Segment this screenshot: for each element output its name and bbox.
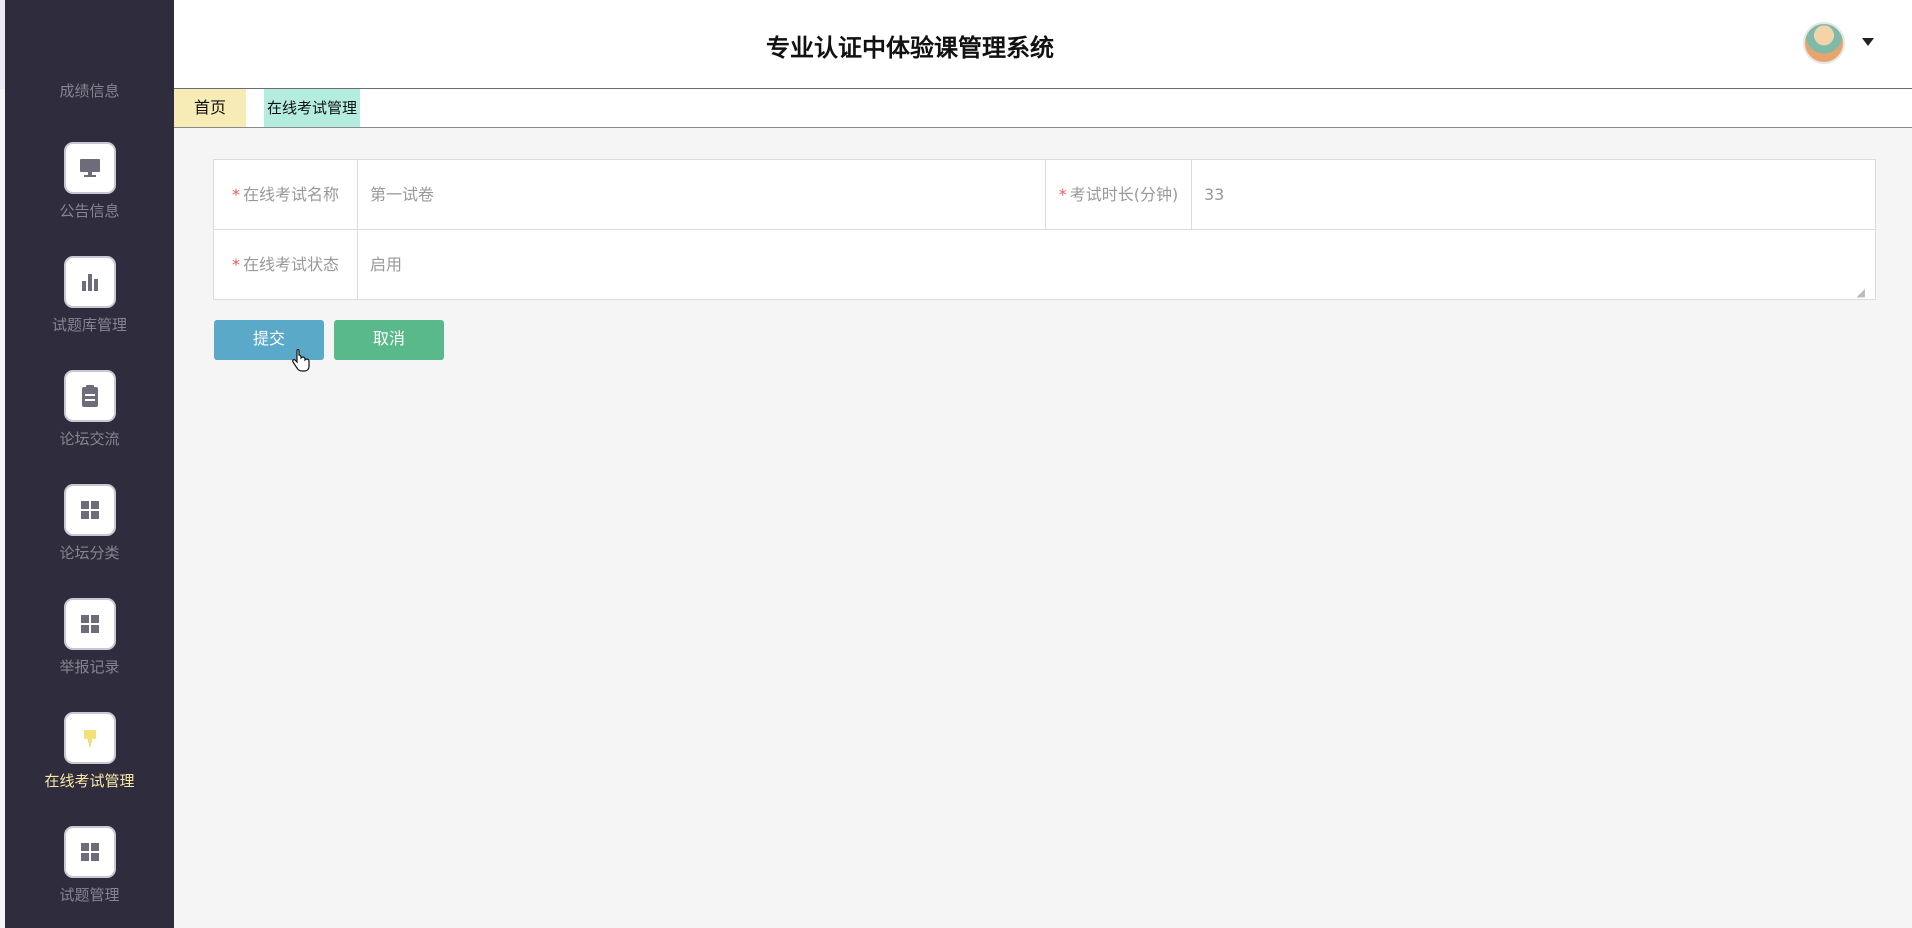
resize-handle-icon[interactable]: ◢	[1857, 258, 1865, 328]
status-value: 启用	[370, 255, 403, 274]
chevron-down-icon[interactable]	[1862, 38, 1874, 46]
required-mark: *	[231, 185, 240, 204]
sidebar-item-label: 举报记录	[59, 658, 120, 676]
bar-chart-icon	[64, 256, 116, 308]
duration-label: * 考试时长(分钟)	[1046, 160, 1192, 230]
cancel-button[interactable]: 取消	[334, 320, 444, 360]
sidebar-item-reports[interactable]: 举报记录	[5, 598, 174, 678]
required-mark: *	[231, 255, 240, 274]
duration-input[interactable]: 33	[1192, 160, 1875, 230]
monitor-icon	[64, 142, 116, 194]
sidebar-item-label: 试题库管理	[51, 316, 127, 334]
hand-cursor-icon	[292, 349, 310, 372]
app-title: 专业认证中体验课管理系统	[766, 34, 1054, 62]
user-avatar[interactable]	[1803, 22, 1845, 64]
sidebar: 成绩信息 公告信息 试题库管理 论坛交流 论坛分类 举报记录 在线考试管理 试题…	[5, 0, 174, 928]
sidebar-item-announcements[interactable]: 公告信息	[5, 142, 174, 222]
sidebar-item-forum-category[interactable]: 论坛分类	[5, 484, 174, 564]
sidebar-item-label: 试题管理	[59, 886, 120, 904]
exam-form: * 在线考试名称 第一试卷 * 考试时长(分钟) 33 * 在线考试状态 启用 ◢	[213, 159, 1876, 300]
sidebar-item-label: 在线考试管理	[44, 772, 135, 790]
sidebar-item-label: 论坛分类	[59, 544, 120, 562]
form-row: * 在线考试名称 第一试卷 * 考试时长(分钟) 33	[214, 160, 1875, 230]
tab-online-exam[interactable]: 在线考试管理	[264, 89, 360, 127]
tab-home[interactable]: 首页	[174, 89, 246, 127]
sidebar-item-questions[interactable]: 试题管理	[5, 826, 174, 906]
clipboard-icon	[64, 370, 116, 422]
exam-name-label: * 在线考试名称	[214, 160, 358, 230]
form-row: * 在线考试状态 启用 ◢	[214, 230, 1875, 300]
top-header: 专业认证中体验课管理系统	[0, 0, 1912, 89]
sidebar-item-forum[interactable]: 论坛交流	[5, 370, 174, 450]
label-text: 在线考试名称	[242, 185, 339, 204]
sidebar-item-label: 论坛交流	[59, 430, 120, 448]
required-mark: *	[1058, 185, 1067, 204]
label-text: 考试时长(分钟)	[1069, 185, 1179, 204]
sidebar-item-online-exam[interactable]: 在线考试管理	[5, 712, 174, 792]
label-text: 在线考试状态	[242, 255, 339, 274]
exam-status-input[interactable]: 启用 ◢	[358, 230, 1875, 300]
marker-icon	[64, 712, 116, 764]
grid-icon	[64, 484, 116, 536]
sidebar-item-scores-partial[interactable]: 成绩信息	[5, 80, 174, 101]
sidebar-item-question-bank[interactable]: 试题库管理	[5, 256, 174, 336]
grid-icon	[64, 598, 116, 650]
exam-name-input[interactable]: 第一试卷	[358, 160, 1046, 230]
exam-status-label: * 在线考试状态	[214, 230, 358, 300]
sidebar-item-label: 公告信息	[59, 202, 120, 220]
tab-bar: 首页 在线考试管理	[174, 89, 1912, 128]
grid-icon	[64, 826, 116, 878]
